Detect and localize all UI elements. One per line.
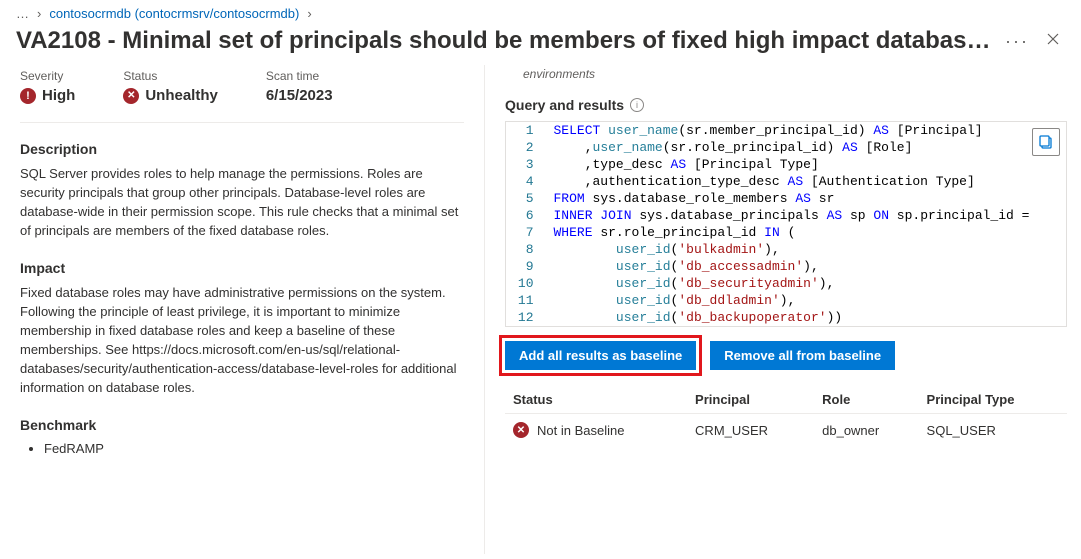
error-icon: ✕ [513, 422, 529, 438]
code-line: SELECT user_name(sr.member_principal_id)… [544, 122, 1067, 139]
close-button[interactable] [1041, 31, 1065, 52]
status-label: Status [123, 69, 218, 83]
line-number: 7 [506, 224, 544, 241]
code-line: user_id('bulkadmin'), [544, 241, 1067, 258]
code-line: user_id('db_accessadmin'), [544, 258, 1067, 275]
code-line: ,type_desc AS [Principal Type] [544, 156, 1067, 173]
line-number: 10 [506, 275, 544, 292]
col-role[interactable]: Role [814, 386, 918, 414]
table-row[interactable]: ✕ Not in Baseline CRM_USERdb_ownerSQL_USER [505, 414, 1067, 447]
line-number: 3 [506, 156, 544, 173]
page-title: VA2108 - Minimal set of principals shoul… [16, 27, 993, 55]
right-panel: environments Query and results i 1SELECT… [485, 65, 1081, 554]
code-line: ,authentication_type_desc AS [Authentica… [544, 173, 1067, 190]
copy-button[interactable] [1032, 128, 1060, 156]
col-principal[interactable]: Principal [687, 386, 814, 414]
severity-block: Severity ! High [20, 69, 75, 104]
description-body: SQL Server provides roles to help manage… [20, 165, 464, 240]
severity-icon: ! [20, 88, 36, 104]
scantime-label: Scan time [266, 69, 333, 83]
left-panel: Severity ! High Status ✕ Unhealthy Scan … [0, 65, 485, 554]
breadcrumb-sep-tail: › [307, 6, 311, 21]
benchmark-list: FedRAMP [20, 441, 464, 456]
scantime-block: Scan time 6/15/2023 [266, 69, 333, 104]
query-results-heading: Query and results [505, 97, 624, 113]
titlebar: VA2108 - Minimal set of principals shoul… [0, 23, 1081, 65]
add-baseline-button[interactable]: Add all results as baseline [505, 341, 696, 370]
remove-baseline-button[interactable]: Remove all from baseline [710, 341, 895, 370]
line-number: 11 [506, 292, 544, 309]
code-line: user_id('db_backupoperator')) [544, 309, 1067, 326]
line-number: 1 [506, 122, 544, 139]
more-button[interactable]: ··· [1005, 31, 1029, 52]
scantime-value: 6/15/2023 [266, 87, 333, 104]
code-line: ,user_name(sr.role_principal_id) AS [Rol… [544, 139, 1067, 156]
benchmark-heading: Benchmark [20, 417, 464, 433]
code-block: 1SELECT user_name(sr.member_principal_id… [505, 121, 1067, 327]
line-number: 5 [506, 190, 544, 207]
code-line: FROM sys.database_role_members AS sr [544, 190, 1067, 207]
col-ptype[interactable]: Principal Type [919, 386, 1067, 414]
line-number: 2 [506, 139, 544, 156]
benchmark-item: FedRAMP [44, 441, 464, 456]
cell-role: db_owner [814, 414, 918, 447]
severity-label: Severity [20, 69, 75, 83]
line-number: 9 [506, 258, 544, 275]
environments-note: environments [505, 65, 1067, 81]
cell-ptype: SQL_USER [919, 414, 1067, 447]
impact-body: Fixed database roles may have administra… [20, 284, 464, 397]
line-number: 4 [506, 173, 544, 190]
cell-principal: CRM_USER [687, 414, 814, 447]
status-block: Status ✕ Unhealthy [123, 69, 218, 104]
row-status-text: Not in Baseline [537, 423, 624, 438]
breadcrumb-link[interactable]: contosocrmdb (contocrmsrv/contosocrmdb) [49, 6, 299, 21]
code-table: 1SELECT user_name(sr.member_principal_id… [506, 122, 1066, 326]
col-status[interactable]: Status [505, 386, 687, 414]
severity-value: High [42, 87, 75, 104]
info-icon[interactable]: i [630, 98, 644, 112]
status-value: Unhealthy [145, 87, 218, 104]
breadcrumb: … › contosocrmdb (contocrmsrv/contosocrm… [0, 0, 1081, 23]
line-number: 8 [506, 241, 544, 258]
description-heading: Description [20, 141, 464, 157]
line-number: 6 [506, 207, 544, 224]
breadcrumb-ellipsis[interactable]: … [16, 6, 29, 21]
unhealthy-icon: ✕ [123, 88, 139, 104]
impact-heading: Impact [20, 260, 464, 276]
results-table: Status Principal Role Principal Type ✕ No… [505, 386, 1067, 446]
breadcrumb-sep: › [37, 6, 41, 21]
code-line: user_id('db_ddladmin'), [544, 292, 1067, 309]
code-line: WHERE sr.role_principal_id IN ( [544, 224, 1067, 241]
code-line: INNER JOIN sys.database_principals AS sp… [544, 207, 1067, 224]
line-number: 12 [506, 309, 544, 326]
code-line: user_id('db_securityadmin'), [544, 275, 1067, 292]
